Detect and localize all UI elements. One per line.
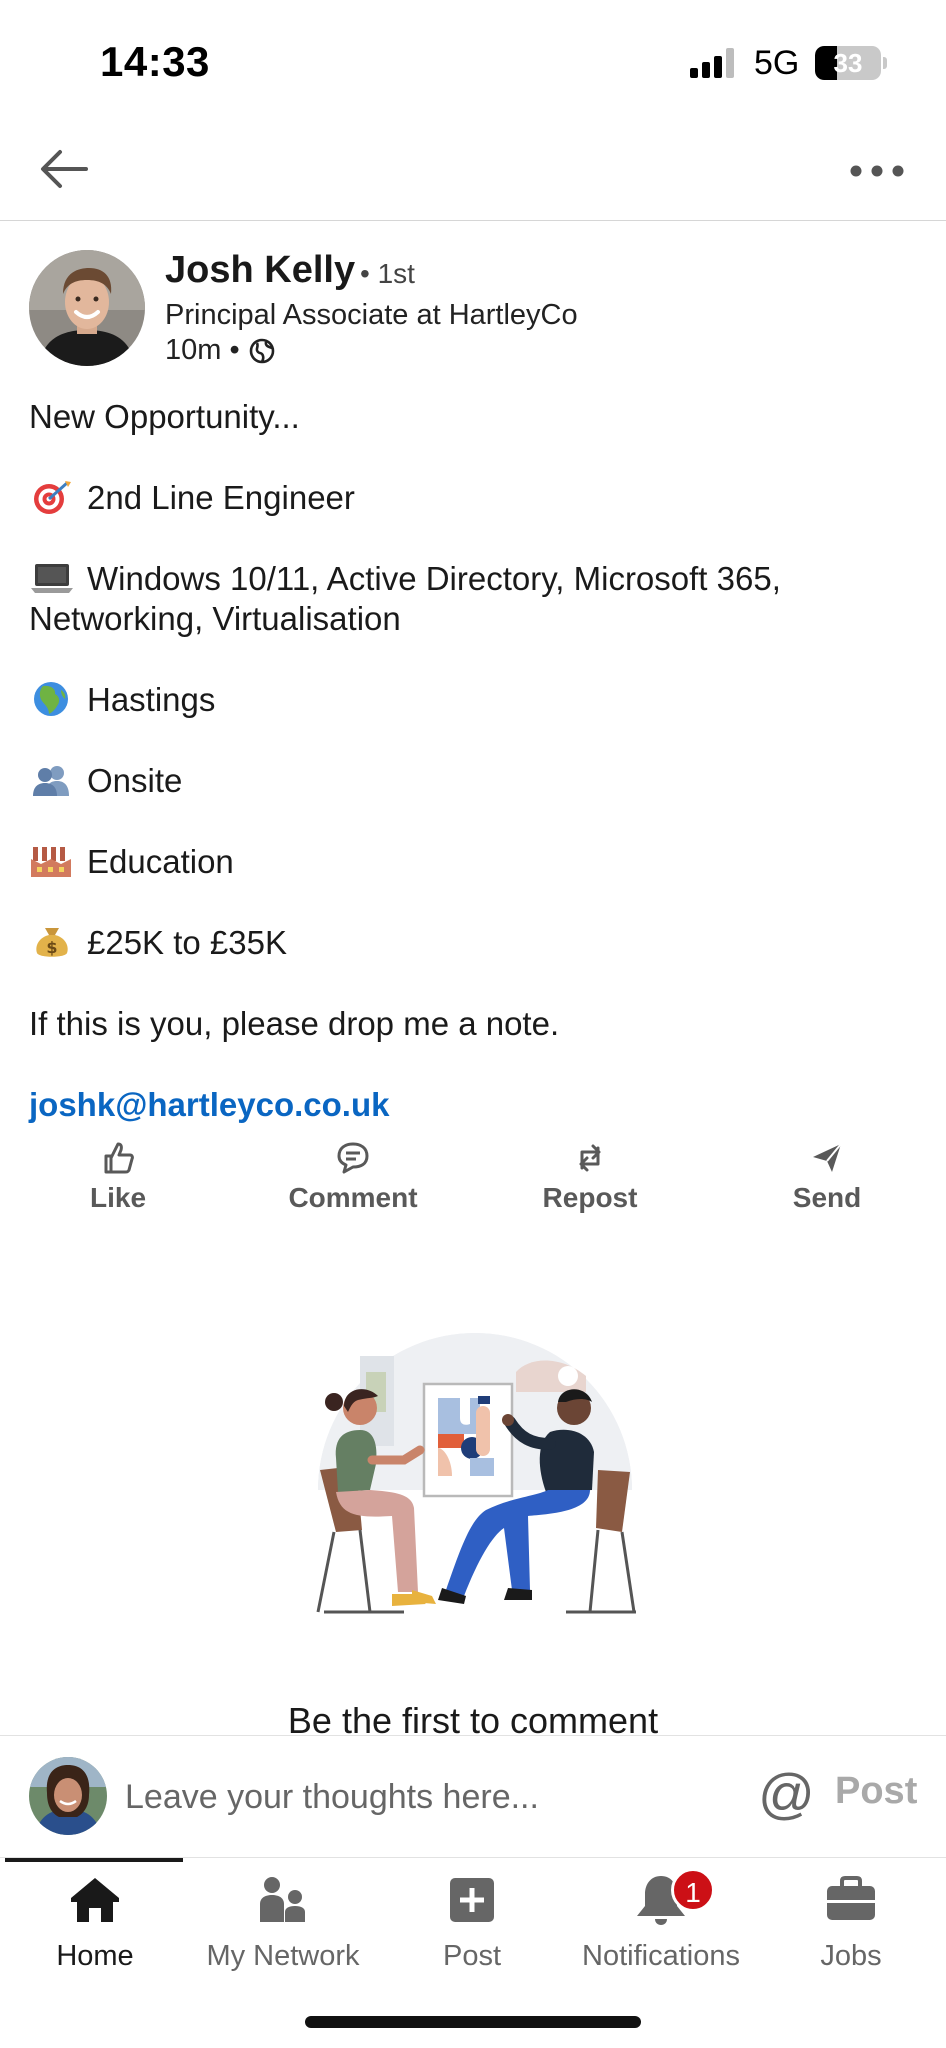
send-button[interactable]: Send: [737, 1138, 917, 1214]
viewer-avatar: [29, 1757, 107, 1835]
author-name[interactable]: Josh Kelly: [165, 249, 355, 292]
ellipsis-icon: [850, 165, 904, 177]
tab-notifications-label: Notifications: [582, 1940, 740, 1972]
post-role-line: 2nd Line Engineer: [29, 477, 355, 518]
back-button[interactable]: [32, 139, 100, 199]
repost-button[interactable]: Repost: [500, 1138, 680, 1214]
author-headline: Principal Associate at HartleyCo: [165, 299, 578, 331]
active-tab-indicator: [5, 1858, 183, 1862]
laptop-emoji: [31, 564, 73, 593]
top-nav-bar: [0, 125, 946, 221]
post-actions: Like Comment Repost Send: [0, 1138, 946, 1228]
comment-bar: @ Post: [0, 1735, 946, 1857]
tab-post-label: Post: [442, 1940, 502, 1972]
globe-africa-emoji: [34, 682, 68, 716]
thumbs-up-icon: [104, 1142, 134, 1174]
globe-icon: [249, 338, 274, 363]
busts-emoji: [33, 766, 69, 796]
post-location: Hastings: [87, 681, 216, 718]
battery-level: 33: [833, 48, 863, 78]
comment-button[interactable]: Comment: [263, 1138, 443, 1214]
post-work-type-line: Onsite: [29, 760, 182, 801]
briefcase-icon: [827, 1876, 875, 1920]
money-bag-emoji: $: [36, 928, 68, 957]
arrow-left-icon: [41, 150, 88, 188]
post-work-type: Onsite: [87, 762, 183, 799]
repost-icon: [579, 1144, 601, 1172]
tab-jobs[interactable]: Jobs: [756, 1872, 946, 1973]
post-comment-button[interactable]: Post: [835, 1770, 917, 1813]
mention-button[interactable]: @: [758, 1764, 815, 1824]
network-type: 5G: [754, 44, 800, 82]
post-sector-line: Education: [29, 841, 234, 882]
post-time: 10m •: [165, 334, 240, 366]
post-meta: 10m •: [165, 334, 276, 367]
post-skills-2: Networking, Virtualisation: [29, 600, 401, 637]
tab-post[interactable]: Post: [377, 1872, 567, 1973]
like-button[interactable]: Like: [28, 1138, 208, 1214]
tab-home[interactable]: Home: [0, 1872, 190, 1973]
battery-icon: 33: [815, 46, 881, 80]
post-sector: Education: [87, 843, 234, 880]
tab-home-label: Home: [56, 1940, 134, 1972]
tab-notifications[interactable]: 1 Notifications: [566, 1868, 756, 1973]
tab-jobs-label: Jobs: [820, 1940, 882, 1972]
home-icon: [71, 1878, 119, 1922]
post-salary-line: $ £25K to £35K: [29, 922, 287, 963]
like-label: Like: [89, 1182, 147, 1213]
comment-input[interactable]: [125, 1772, 745, 1822]
factory-emoji: [31, 847, 71, 877]
post-skills-line: Windows 10/11, Active Directory, Microso…: [29, 558, 781, 599]
people-icon: [260, 1877, 305, 1922]
empty-comments-illustration: [316, 1333, 636, 1650]
post-role: 2nd Line Engineer: [87, 479, 355, 516]
post-skills-1: Windows 10/11, Active Directory, Microso…: [87, 560, 781, 597]
connection-degree: • 1st: [360, 258, 415, 289]
post-location-line: Hastings: [29, 679, 215, 720]
svg-text:$: $: [46, 938, 57, 957]
direct-hit-emoji: [34, 481, 71, 514]
tab-my-network-label: My Network: [206, 1940, 360, 1972]
comment-icon: [337, 1142, 369, 1174]
more-options-button[interactable]: [842, 151, 912, 191]
repost-label: Repost: [542, 1182, 638, 1213]
battery-tip: [883, 57, 887, 69]
signal-icon: [690, 48, 738, 78]
status-time: 14:33: [100, 38, 210, 85]
post-cta: If this is you, please drop me a note.: [29, 1005, 560, 1042]
tab-my-network[interactable]: My Network: [188, 1872, 378, 1973]
send-label: Send: [792, 1182, 862, 1213]
post-email-link[interactable]: joshk@hartleyco.co.uk: [29, 1084, 389, 1125]
post-intro: New Opportunity...: [29, 398, 300, 435]
comment-label: Comment: [288, 1182, 418, 1213]
status-bar: 14:33 5G 33: [0, 0, 946, 125]
home-indicator: [305, 2016, 641, 2028]
send-icon: [813, 1143, 842, 1172]
post-salary: £25K to £35K: [87, 924, 287, 961]
plus-box-icon: [450, 1878, 494, 1922]
author-avatar[interactable]: [29, 250, 145, 366]
notification-badge: 1: [671, 1868, 715, 1912]
